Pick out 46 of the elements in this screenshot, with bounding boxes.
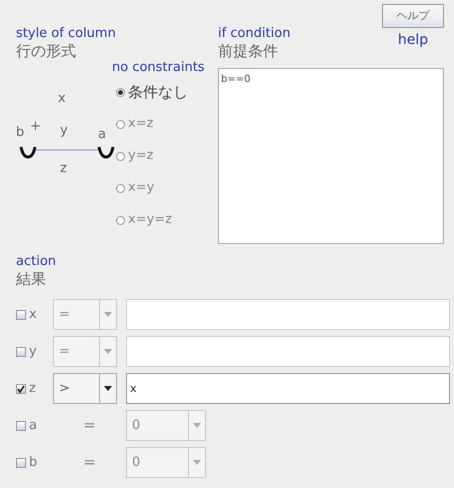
- row-label: a: [29, 416, 38, 435]
- expression-field[interactable]: x: [126, 373, 450, 404]
- row-checkbox[interactable]: [16, 420, 26, 430]
- row-checkbox[interactable]: [16, 310, 26, 320]
- value-dropdown[interactable]: 0: [126, 447, 206, 478]
- equals-sign: =: [82, 415, 97, 436]
- row-checkbox[interactable]: [16, 458, 26, 468]
- row-label: b: [29, 454, 38, 472]
- expression-field[interactable]: [126, 336, 450, 367]
- operator-dropdown[interactable]: =: [53, 336, 117, 367]
- operator-dropdown[interactable]: >: [53, 373, 117, 404]
- diagram-label: y: [60, 124, 68, 138]
- section-heading: style of column: [16, 26, 116, 42]
- row-label: x: [29, 306, 38, 324]
- caret-icon: [104, 312, 112, 317]
- section-heading: action: [16, 254, 58, 270]
- row-checkbox[interactable]: [16, 384, 26, 394]
- constraint-radio[interactable]: x=y: [116, 172, 218, 204]
- row-checkbox[interactable]: [16, 346, 26, 356]
- diagram-label: x: [58, 92, 66, 106]
- constraint-radio[interactable]: x=z: [116, 108, 218, 140]
- constraint-radio[interactable]: x=y=z: [116, 204, 218, 236]
- diagram-label: z: [60, 162, 67, 176]
- constraints-heading: no constraints: [112, 60, 206, 76]
- section-subheading: 前提条件: [218, 42, 279, 60]
- caret-icon: [104, 386, 112, 391]
- row-label: z: [29, 380, 37, 398]
- caret-icon: [193, 423, 201, 428]
- section-heading: if condition: [218, 26, 290, 42]
- caret-icon: [193, 460, 201, 465]
- help-caption: help: [398, 32, 428, 48]
- caret-icon: [104, 349, 112, 354]
- constraint-radio[interactable]: y=z: [116, 140, 218, 172]
- value-dropdown[interactable]: 0: [126, 410, 206, 441]
- expression-field[interactable]: [126, 299, 450, 330]
- diagram-label: b: [16, 126, 24, 140]
- row-label: y: [29, 342, 38, 361]
- diagram-label: +: [30, 120, 41, 134]
- section-subheading: 行の形式: [16, 42, 77, 60]
- condition-field[interactable]: b==0: [218, 68, 444, 244]
- equals-sign: =: [82, 452, 97, 474]
- section-subheading: 結果: [16, 270, 47, 288]
- diagram-label: a: [98, 128, 106, 142]
- operator-dropdown[interactable]: =: [53, 299, 117, 330]
- help-button[interactable]: ヘルプ: [382, 4, 444, 28]
- constraint-radio[interactable]: 条件なし: [116, 76, 218, 108]
